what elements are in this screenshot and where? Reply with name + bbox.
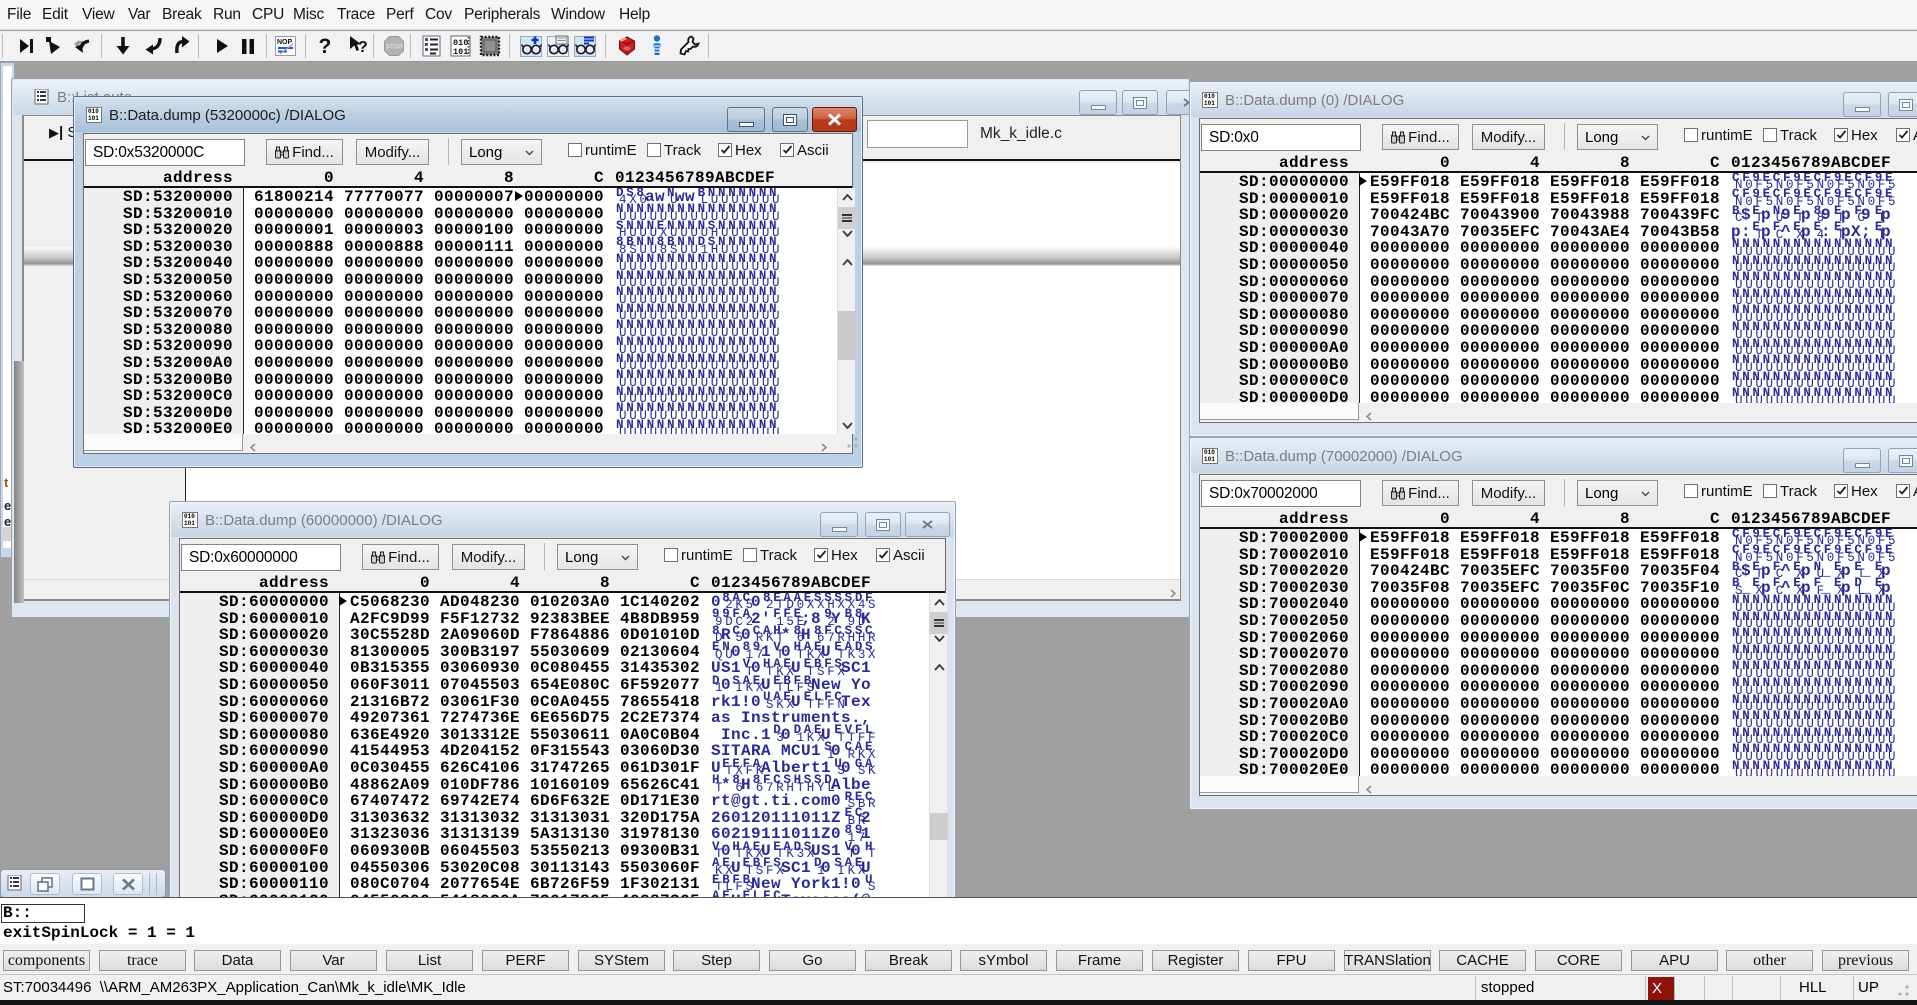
svg-text:?: ? xyxy=(358,39,368,56)
svg-text:?: ? xyxy=(319,35,332,58)
svg-text:101: 101 xyxy=(453,47,468,57)
svg-text:NOP: NOP xyxy=(277,39,293,46)
svg-text:STOP: STOP xyxy=(385,44,403,51)
